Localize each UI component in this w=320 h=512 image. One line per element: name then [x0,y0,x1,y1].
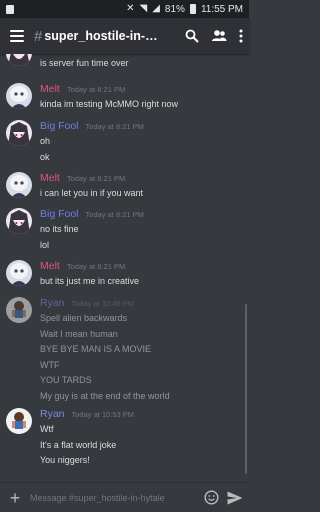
message-line: It's a flat world joke [40,439,117,450]
message-line: YOU TARDS [40,375,92,385]
message-line: BYE BYE MAN IS A MOVIE [40,344,152,354]
clock: 11:55 PM [200,3,243,15]
message-line: no its fine [40,224,79,234]
avatar-melt[interactable] [6,172,32,198]
avatar-bigfool[interactable] [6,120,32,146]
author-name[interactable]: Ryan [40,297,65,309]
hash-icon: # [34,27,43,45]
message-line: but its just me in creative [40,276,140,286]
avatar-ryan[interactable] [6,297,32,323]
status-bar: ✕ ◥ ◢ 81% 11:55 PM [0,0,249,18]
timestamp: Today at 10:46 PM [71,299,135,308]
timestamp: Today at 8:21 PM [85,122,144,131]
message-line: ok [40,151,50,162]
message-line: lol [40,239,50,250]
avatar-melt[interactable] [6,260,32,286]
mute-icon: ✕ [126,3,135,14]
avatar-bigfool[interactable] [6,208,32,234]
message-input[interactable] [30,492,198,503]
emoji-icon[interactable] [204,490,219,505]
message-line: is server fun time over [40,58,129,68]
battery-percent: 81% [164,3,185,15]
author-name[interactable]: Ryan [40,408,65,420]
message-line: You niggers! [40,455,90,465]
avatar-bigfool[interactable] [6,54,32,66]
message-line: kinda im testing McMMO right now [40,99,179,109]
timestamp: Today at 8:21 PM [85,210,144,219]
timestamp: Today at 8:21 PM [66,85,126,94]
battery-icon [189,4,196,14]
author-name[interactable]: Melt [40,83,60,95]
timestamp: Today at 10:53 PM [71,410,135,419]
message-line: Spell alien backwards [40,313,128,323]
search-icon[interactable] [185,29,199,43]
avatar-melt[interactable] [6,83,32,109]
scrollbar[interactable] [245,304,247,474]
message-line: My guy is at the end of the world [40,390,170,401]
message-line: oh [40,136,51,146]
add-attachment-icon[interactable]: + [8,489,22,507]
message-composer: + [0,482,249,512]
more-options-icon[interactable] [239,29,243,43]
timestamp: Today at 8:21 PM [66,174,126,183]
signal-icon: ◢ [152,3,160,14]
members-icon[interactable] [211,29,227,43]
timestamp: Today at 8:21 PM [66,262,126,271]
send-icon[interactable] [227,491,243,505]
wifi-icon: ◥ [139,3,148,14]
menu-icon[interactable] [10,30,24,42]
channel-header: # super_hostile-in-h… [0,18,249,54]
author-name[interactable]: Big Fool [40,208,79,220]
author-name[interactable]: Big Fool [40,120,79,132]
message-line: i can let you in if you want [40,188,144,198]
message-line: Wait I mean human [40,328,118,339]
message-list[interactable]: is server fun time over Melt Today at 8:… [0,54,249,482]
author-name[interactable]: Melt [40,260,60,272]
author-name[interactable]: Melt [40,172,60,184]
channel-title: super_hostile-in-h… [44,29,163,43]
avatar-ryan[interactable] [6,408,32,434]
message-line: Wtf [40,424,54,434]
message-line: WTF [40,359,60,370]
notification-icon [6,4,14,14]
